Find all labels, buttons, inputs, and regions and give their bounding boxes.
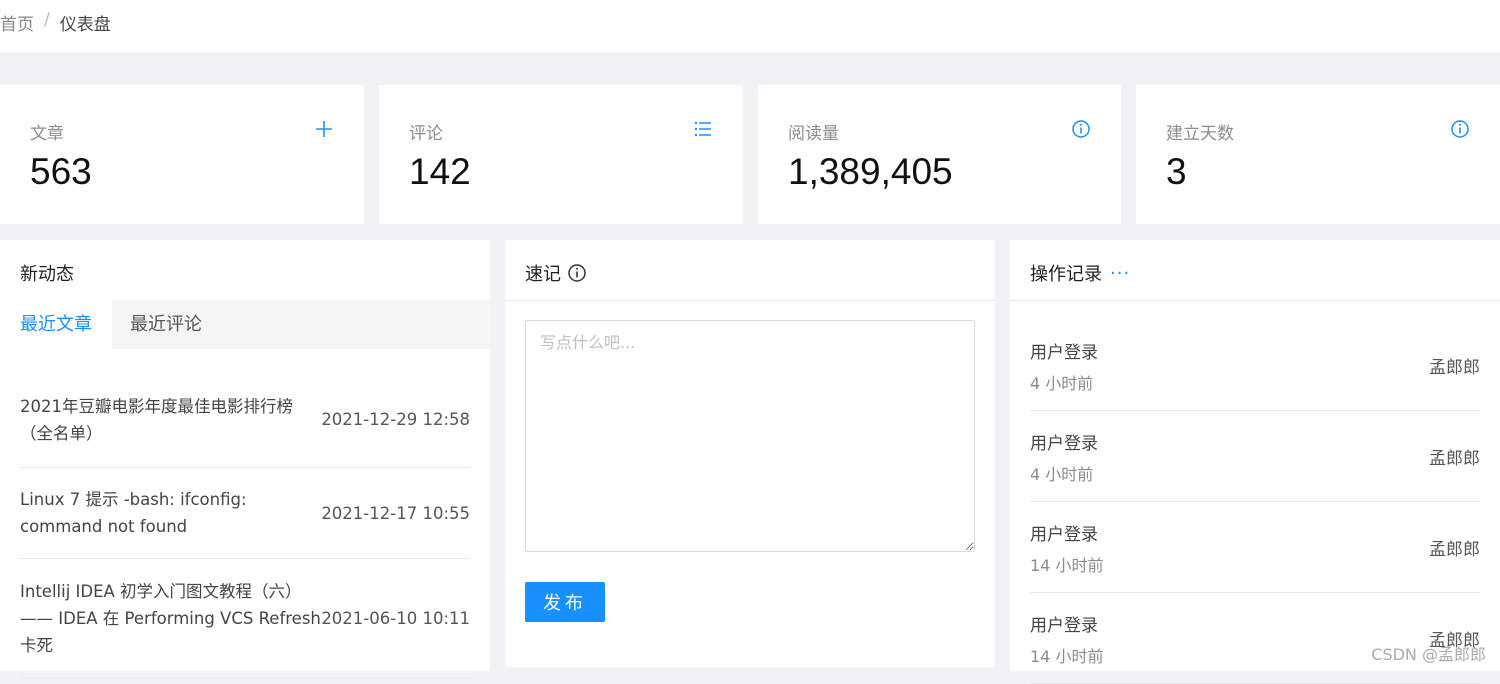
plus-icon[interactable] [314, 119, 334, 139]
stat-card-comments: 评论 142 [379, 85, 743, 224]
publish-button[interactable]: 发布 [525, 582, 605, 622]
list-item: 2021年豆瓣电影年度最佳电影排行榜（全名单） 2021-12-29 12:58 [20, 372, 470, 468]
tab-recent-comments[interactable]: 最近评论 [110, 300, 222, 349]
activity-panel: 新动态 最近文章 最近评论 2021年豆瓣电影年度最佳电影排行榜（全名单） 20… [0, 240, 490, 679]
stat-label: 建立天数 [1166, 124, 1234, 144]
breadcrumb-home[interactable]: 首页 [0, 10, 34, 35]
log-user: 孟郎郎 [1429, 449, 1480, 469]
stat-value: 142 [409, 151, 471, 192]
stat-value: 563 [30, 151, 92, 192]
post-list: 2021年豆瓣电影年度最佳电影排行榜（全名单） 2021-12-29 12:58… [20, 372, 470, 679]
post-title-link[interactable]: Intellij IDEA 初学入门图文教程（六）—— IDEA 在 Perfo… [20, 578, 325, 659]
log-user: 孟郎郎 [1429, 358, 1480, 378]
list-item: 用户登录 4 小时前 孟郎郎 [1030, 320, 1480, 411]
list-item: 用户登录 14 小时前 孟郎郎 [1030, 593, 1480, 684]
stat-label: 评论 [409, 124, 443, 144]
stat-label: 阅读量 [788, 124, 839, 144]
post-date: 2021-06-10 10:11 [321, 609, 470, 628]
stat-card-days: 建立天数 3 [1136, 85, 1500, 224]
log-list: 用户登录 4 小时前 孟郎郎 用户登录 4 小时前 孟郎郎 用户登录 14 小时… [1030, 320, 1480, 684]
stat-value: 3 [1166, 151, 1187, 192]
list-icon[interactable] [693, 119, 713, 139]
post-title-link[interactable]: 2021年豆瓣电影年度最佳电影排行榜（全名单） [20, 393, 325, 447]
log-action: 用户登录 [1030, 434, 1098, 454]
info-circle-icon[interactable] [567, 263, 587, 283]
post-date: 2021-12-29 12:58 [321, 410, 470, 429]
log-time: 14 小时前 [1030, 556, 1104, 575]
activity-tabs: 最近文章 最近评论 [0, 300, 490, 349]
panel-title: 操作记录 ··· [1030, 260, 1130, 286]
log-action: 用户登录 [1030, 343, 1098, 363]
panel-header: 操作记录 ··· [1010, 240, 1500, 301]
panel-title: 新动态 [20, 264, 74, 285]
note-textarea[interactable] [525, 320, 975, 552]
watermark: CSDN @孟郎郎 [1371, 645, 1486, 664]
log-action: 用户登录 [1030, 616, 1098, 636]
post-date: 2021-12-17 10:55 [321, 503, 470, 523]
operation-log-panel: 操作记录 ··· 用户登录 4 小时前 孟郎郎 用户登录 4 小时前 孟郎郎 用… [1010, 240, 1500, 684]
breadcrumb-separator: / [44, 10, 50, 30]
stat-value: 1,389,405 [788, 151, 953, 192]
panel-title-text: 操作记录 [1030, 264, 1102, 285]
stat-label: 文章 [30, 124, 64, 144]
list-item: Intellij IDEA 初学入门图文教程（六）—— IDEA 在 Perfo… [20, 559, 470, 679]
panel-header: 速记 [505, 240, 995, 301]
quick-note-panel: 速记 发布 [505, 240, 995, 667]
log-time: 4 小时前 [1030, 465, 1094, 484]
list-item: Linux 7 提示 -bash: ifconfig: command not … [20, 468, 470, 559]
log-user: 孟郎郎 [1429, 540, 1480, 560]
more-icon[interactable]: ··· [1110, 263, 1130, 284]
list-item: 用户登录 4 小时前 孟郎郎 [1030, 411, 1480, 502]
log-action: 用户登录 [1030, 525, 1098, 545]
stat-card-views: 阅读量 1,389,405 [758, 85, 1121, 224]
breadcrumb: 首页 / 仪表盘 [0, 0, 1500, 54]
breadcrumb-current: 仪表盘 [59, 15, 111, 35]
log-time: 14 小时前 [1030, 647, 1104, 666]
panel-title: 速记 [525, 260, 587, 286]
tab-recent-posts[interactable]: 最近文章 [0, 300, 112, 349]
info-circle-icon[interactable] [1450, 119, 1470, 139]
info-circle-icon[interactable] [1071, 119, 1091, 139]
stat-card-posts: 文章 563 [0, 85, 364, 224]
panel-title-text: 速记 [525, 264, 561, 285]
log-time: 4 小时前 [1030, 374, 1094, 393]
list-item: 用户登录 14 小时前 孟郎郎 [1030, 502, 1480, 593]
post-title-link[interactable]: Linux 7 提示 -bash: ifconfig: command not … [20, 486, 325, 540]
